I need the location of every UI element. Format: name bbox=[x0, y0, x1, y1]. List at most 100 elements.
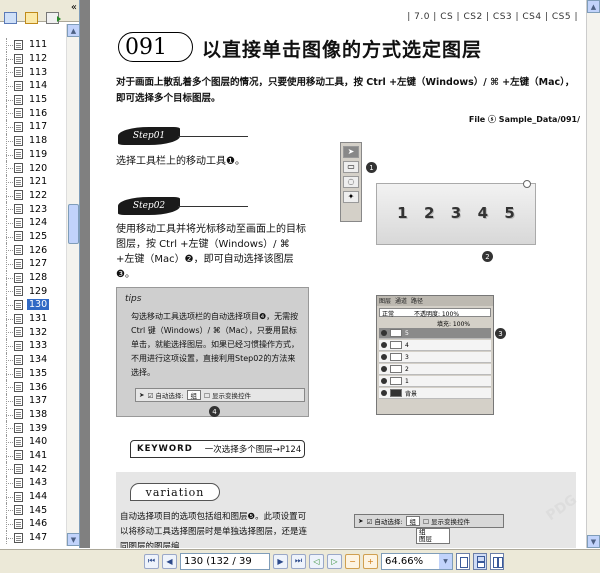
first-page-icon[interactable]: ⏮ bbox=[144, 553, 159, 569]
sidebar-item-page[interactable]: 124 bbox=[0, 215, 66, 230]
page-label: 135 bbox=[29, 367, 48, 379]
scroll-up-icon[interactable]: ▲ bbox=[587, 0, 600, 13]
sidebar-item-page[interactable]: 125 bbox=[0, 229, 66, 244]
sidebar-item-page[interactable]: 142 bbox=[0, 462, 66, 476]
canvas-screenshot: 1 2 3 4 5 bbox=[376, 180, 536, 245]
canvas-number: 2 bbox=[423, 204, 435, 222]
sidebar-item-page[interactable]: 137 bbox=[0, 393, 66, 408]
sidebar-item-page[interactable]: 130 bbox=[0, 298, 66, 312]
document-scrollbar[interactable]: ▲ ▼ bbox=[586, 0, 600, 548]
go-forward-icon[interactable]: ▷ bbox=[327, 553, 342, 569]
sidebar-item-page[interactable]: 112 bbox=[0, 51, 66, 66]
layer-row: 4 bbox=[379, 340, 491, 351]
sidebar-item-page[interactable]: 114 bbox=[0, 79, 66, 93]
collapse-sidebar-button[interactable]: « bbox=[71, 3, 77, 13]
page-label: 144 bbox=[29, 491, 48, 503]
sidebar-item-page[interactable]: 147 bbox=[0, 530, 66, 545]
zoom-field[interactable]: 64.66% ▼ bbox=[381, 552, 453, 570]
sidebar-item-page[interactable]: 123 bbox=[0, 202, 66, 216]
sidebar-item-page[interactable]: 126 bbox=[0, 243, 66, 257]
sidebar-item-page[interactable]: 135 bbox=[0, 366, 66, 381]
page-label: 143 bbox=[29, 477, 48, 489]
paths-tab: 路径 bbox=[411, 298, 424, 305]
zoom-in-icon[interactable]: + bbox=[363, 553, 378, 569]
sidebar-item-page[interactable]: 141 bbox=[0, 448, 66, 463]
sidebar-item-page[interactable]: 136 bbox=[0, 380, 66, 394]
sidebar-item-page[interactable]: 145 bbox=[0, 503, 66, 517]
tips-options-bar: ➤ ☑ 自动选择: 组 ☐ 显示变换控件 bbox=[135, 388, 305, 402]
sidebar-item-page[interactable]: 144 bbox=[0, 489, 66, 504]
page-label: 129 bbox=[29, 285, 48, 297]
keyword-label: KEYWORD bbox=[137, 444, 193, 454]
page-icon bbox=[14, 135, 23, 146]
page-label: 126 bbox=[29, 244, 48, 256]
sidebar-item-page[interactable]: 132 bbox=[0, 325, 66, 339]
sidebar-item-page[interactable]: 133 bbox=[0, 339, 66, 353]
scroll-down-icon[interactable]: ▼ bbox=[587, 535, 600, 548]
sidebar-item-page[interactable]: 139 bbox=[0, 421, 66, 435]
bookmark-icon[interactable] bbox=[25, 12, 38, 24]
scroll-down-icon[interactable]: ▼ bbox=[67, 533, 80, 546]
continuous-view-icon[interactable] bbox=[473, 552, 487, 570]
keyword-link: 一次选择多个图层→P124 bbox=[204, 445, 302, 455]
page-icon bbox=[14, 327, 23, 338]
sidebar-item-page[interactable]: 134 bbox=[0, 352, 66, 367]
page-icon bbox=[14, 80, 23, 91]
sidebar-item-page[interactable]: 138 bbox=[0, 407, 66, 422]
callout-4: 4 bbox=[209, 406, 220, 417]
page-label: 138 bbox=[29, 408, 48, 420]
page-label: 119 bbox=[29, 148, 48, 160]
sidebar-item-page[interactable]: 131 bbox=[0, 311, 66, 326]
sidebar-item-page[interactable]: 118 bbox=[0, 133, 66, 148]
document-viewport: | 7.0 | CS | CS2 | CS3 | CS4 | CS5 | 091… bbox=[80, 0, 600, 548]
auto-select-label: ☑ 自动选择: bbox=[147, 392, 184, 400]
go-back-icon[interactable]: ◁ bbox=[309, 553, 324, 569]
zoom-dropdown-icon[interactable]: ▼ bbox=[439, 553, 452, 569]
page-icon bbox=[14, 382, 23, 393]
zoom-out-icon[interactable]: − bbox=[345, 553, 360, 569]
sidebar-item-page[interactable]: 115 bbox=[0, 92, 66, 107]
page-number-field[interactable]: 130 (132 / 39 bbox=[180, 552, 270, 570]
page-label: 137 bbox=[29, 395, 48, 407]
sidebar-scrollbar[interactable]: ▲ ▼ bbox=[66, 24, 80, 546]
page-list: 111 112 113 114 115 116 117 118 119 120 121 122 123 1… bbox=[0, 38, 66, 545]
page-label: 125 bbox=[29, 230, 48, 242]
auto-select-options: 组 图层 bbox=[416, 528, 450, 544]
sidebar-item-page[interactable]: 117 bbox=[0, 120, 66, 134]
scroll-up-icon[interactable]: ▲ bbox=[67, 24, 80, 37]
sidebar-scroll-thumb[interactable] bbox=[68, 204, 79, 244]
previous-page-icon[interactable]: ◀ bbox=[162, 553, 177, 569]
page-icon bbox=[14, 286, 23, 297]
page-icon bbox=[14, 53, 23, 64]
page-icon bbox=[14, 423, 23, 434]
page-label: 117 bbox=[29, 121, 48, 133]
sidebar-item-page[interactable]: 119 bbox=[0, 147, 66, 162]
sidebar-item-page[interactable]: 116 bbox=[0, 106, 66, 120]
page-icon bbox=[14, 190, 23, 201]
facing-view-icon[interactable] bbox=[490, 552, 504, 570]
page-label: 131 bbox=[29, 313, 48, 325]
page-icon bbox=[14, 340, 23, 351]
sidebar-item-page[interactable]: 127 bbox=[0, 257, 66, 271]
sidebar-item-page[interactable]: 122 bbox=[0, 188, 66, 203]
expand-icon[interactable] bbox=[46, 12, 61, 24]
sidebar-item-page[interactable]: 113 bbox=[0, 65, 66, 79]
page-icon bbox=[14, 395, 23, 406]
sidebar-item-page[interactable]: 111 bbox=[0, 38, 66, 52]
single-page-view-icon[interactable] bbox=[456, 552, 470, 570]
sidebar-item-page[interactable]: 120 bbox=[0, 161, 66, 175]
sidebar-item-page[interactable]: 146 bbox=[0, 517, 66, 531]
transform-controls-label: ☐ 显示变换控件 bbox=[204, 392, 251, 400]
sidebar-item-page[interactable]: 128 bbox=[0, 270, 66, 285]
sidebar-item-page[interactable]: 143 bbox=[0, 476, 66, 490]
sidebar-item-page[interactable]: 140 bbox=[0, 434, 66, 449]
page-label: 146 bbox=[29, 518, 48, 530]
sidebar-item-page[interactable]: 129 bbox=[0, 284, 66, 298]
sidebar-item-page[interactable]: 121 bbox=[0, 174, 66, 189]
last-page-icon[interactable]: ⏭ bbox=[291, 553, 306, 569]
delete-page-icon[interactable] bbox=[4, 12, 17, 24]
page-label: 114 bbox=[29, 80, 48, 92]
next-page-icon[interactable]: ▶ bbox=[273, 553, 288, 569]
page-label: 142 bbox=[29, 463, 48, 475]
page-icon bbox=[14, 450, 23, 461]
